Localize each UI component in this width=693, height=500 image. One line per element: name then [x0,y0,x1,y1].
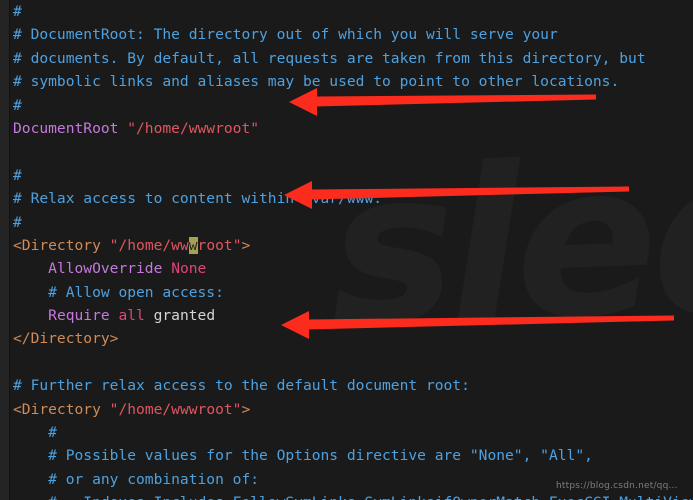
code-line[interactable]: # [0,421,693,444]
code-line[interactable]: # documents. By default, all requests ar… [0,47,693,70]
code-token: granted [144,307,216,325]
code-line[interactable]: <Directory "/home/wwwroot"> [0,398,693,421]
code-token: # documents. By default, all requests ar… [13,49,646,67]
code-line[interactable]: Require all granted [0,304,693,327]
code-token: Require [48,307,110,325]
code-token: <Directory [13,236,101,254]
code-token: "/home/ww [109,236,189,254]
code-line[interactable] [0,140,693,163]
code-token: </Directory> [13,330,119,348]
code-line[interactable]: # [0,164,693,187]
code-token: # Further relax access to the default do… [13,377,470,395]
code-token: # [13,3,22,20]
code-token: > [241,400,251,418]
csdn-watermark: https://blog.csdn.net/qq... [556,481,678,491]
code-token: # Relax access to content within /var/ww… [13,190,383,208]
code-line[interactable]: </Directory> [0,327,693,350]
code-line[interactable]: # Indexes Includes FollowSymLinks SymLin… [0,491,693,500]
code-line[interactable]: # Allow open access: [0,281,693,304]
code-token: # [13,213,22,231]
code-token: None [171,260,207,278]
code-line[interactable]: DocumentRoot "/home/wwwroot" [0,117,693,140]
code-token: # Possible values for the Options direct… [13,447,593,465]
code-token: "/home/wwwroot" [109,400,242,418]
code-token: all [118,307,145,325]
code-token: # [13,166,22,184]
code-token: <Directory [13,400,101,418]
code-line[interactable]: <Directory "/home/wwwroot"> [0,234,693,257]
code-line[interactable]: # symbolic links and aliases may be used… [0,70,693,93]
code-content[interactable]: # # DocumentRoot: The directory out of wh… [0,0,693,500]
text-cursor: w [188,236,198,254]
code-editor-screenshot: sleq ## DocumentRoot: The directory out … [0,0,693,500]
code-token: DocumentRoot [13,119,119,137]
code-token: root" [197,236,242,254]
code-line[interactable]: # Possible values for the Options direct… [0,444,693,467]
code-line[interactable]: # Further relax access to the default do… [0,374,693,397]
code-token: # DocumentRoot: The directory out of whi… [13,26,558,44]
code-line[interactable]: # [0,0,693,23]
code-token: # [13,424,57,442]
code-token: # symbolic links and aliases may be used… [13,73,620,91]
code-token: AllowOverride [48,260,163,278]
code-token: "/home/wwwroot" [127,119,260,137]
code-line[interactable] [0,351,693,374]
code-line[interactable]: # Relax access to content within /var/ww… [0,187,693,210]
code-line[interactable]: # [0,211,693,234]
code-line[interactable]: # [0,94,693,117]
code-token: # [13,96,22,114]
code-token: # Allow open access: [48,283,224,301]
code-line[interactable]: # DocumentRoot: The directory out of whi… [0,23,693,46]
code-token: # Indexes Includes FollowSymLinks SymLin… [13,494,693,500]
code-line[interactable]: AllowOverride None [0,257,693,280]
code-token: > [241,236,251,254]
code-token: # or any combination of: [13,470,260,488]
